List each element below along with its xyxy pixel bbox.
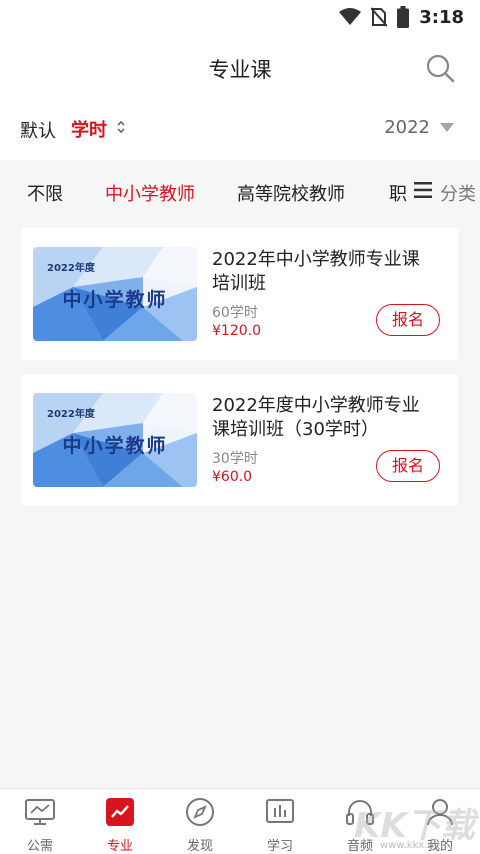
tab-label: 发现: [186, 839, 213, 854]
tab-label: 音频: [346, 839, 373, 854]
enroll-button[interactable]: 报名: [376, 304, 440, 336]
tab-public-required[interactable]: 公需: [0, 789, 80, 854]
course-hours: 60学时: [212, 305, 258, 321]
tab-professional[interactable]: 专业: [80, 789, 160, 854]
app-header: 专业课: [0, 34, 480, 100]
trend-chart-icon: [106, 798, 134, 826]
tab-label: 我的: [426, 839, 453, 854]
page-title: 专业课: [208, 58, 272, 82]
tab-label: 公需: [26, 839, 53, 854]
course-hours: 30学时: [212, 451, 258, 467]
tab-primary-secondary-teacher[interactable]: 中小学教师: [105, 180, 195, 206]
thumbnail-title: 中小学教师: [62, 435, 168, 457]
category-tabs: 不限 中小学教师 高等院校教师 职 分类: [0, 164, 480, 216]
monitor-icon: [25, 799, 55, 825]
tab-unlimited[interactable]: 不限: [27, 180, 63, 206]
search-button[interactable]: [424, 52, 456, 84]
course-thumbnail: 2022年度 中小学教师: [33, 247, 197, 341]
compass-icon: [186, 798, 214, 826]
classify-button[interactable]: 分类: [410, 164, 480, 216]
sort-bar: 默认 学时 2022: [0, 100, 480, 160]
sort-default-option[interactable]: 默认: [20, 117, 56, 143]
status-bar: 3:18: [0, 0, 480, 34]
tab-discover[interactable]: 发现: [160, 789, 240, 854]
tab-study[interactable]: 学习: [240, 789, 320, 854]
bottom-tab-bar: 公需 专业 发现 学习 音频 我的: [0, 788, 480, 854]
tab-audio[interactable]: 音频: [320, 789, 400, 854]
thumbnail-year: 2022年度: [47, 263, 95, 274]
tab-label: 学习: [266, 839, 293, 854]
sort-hours-option[interactable]: 学时: [71, 116, 107, 142]
course-card[interactable]: 2022年度 中小学教师 2022年中小学教师专业课培训班 60学时 ¥120.…: [21, 228, 458, 360]
course-price: ¥60.0: [212, 469, 253, 485]
thumbnail-year: 2022年度: [47, 409, 95, 420]
course-thumbnail: 2022年度 中小学教师: [33, 393, 197, 487]
tab-university-teacher[interactable]: 高等院校教师: [237, 180, 345, 206]
caret-down-icon[interactable]: [440, 123, 454, 132]
thumbnail-title: 中小学教师: [62, 289, 168, 311]
classify-label: 分类: [440, 184, 476, 205]
user-icon: [427, 799, 453, 826]
tab-vocational[interactable]: 职: [389, 180, 407, 206]
year-select[interactable]: 2022: [384, 117, 430, 138]
wifi-icon: [339, 8, 362, 25]
tab-mine[interactable]: 我的: [400, 789, 480, 854]
bar-chart-icon: [266, 799, 294, 823]
course-title: 2022年中小学教师专业课培训班: [212, 249, 420, 294]
tab-label: 专业: [106, 839, 133, 854]
headphones-icon: [346, 800, 374, 825]
status-time: 3:18: [419, 6, 464, 28]
enroll-button[interactable]: 报名: [376, 450, 440, 482]
no-sim-icon: [371, 7, 388, 27]
menu-icon: [414, 182, 432, 198]
course-title: 2022年度中小学教师专业课培训班（30学时）: [212, 395, 420, 440]
course-card[interactable]: 2022年度 中小学教师 2022年度中小学教师专业课培训班（30学时） 30学…: [21, 374, 458, 506]
sort-arrows-icon[interactable]: [116, 118, 126, 136]
battery-icon: [397, 6, 410, 28]
course-price: ¥120.0: [212, 323, 261, 339]
search-icon: [426, 54, 455, 83]
